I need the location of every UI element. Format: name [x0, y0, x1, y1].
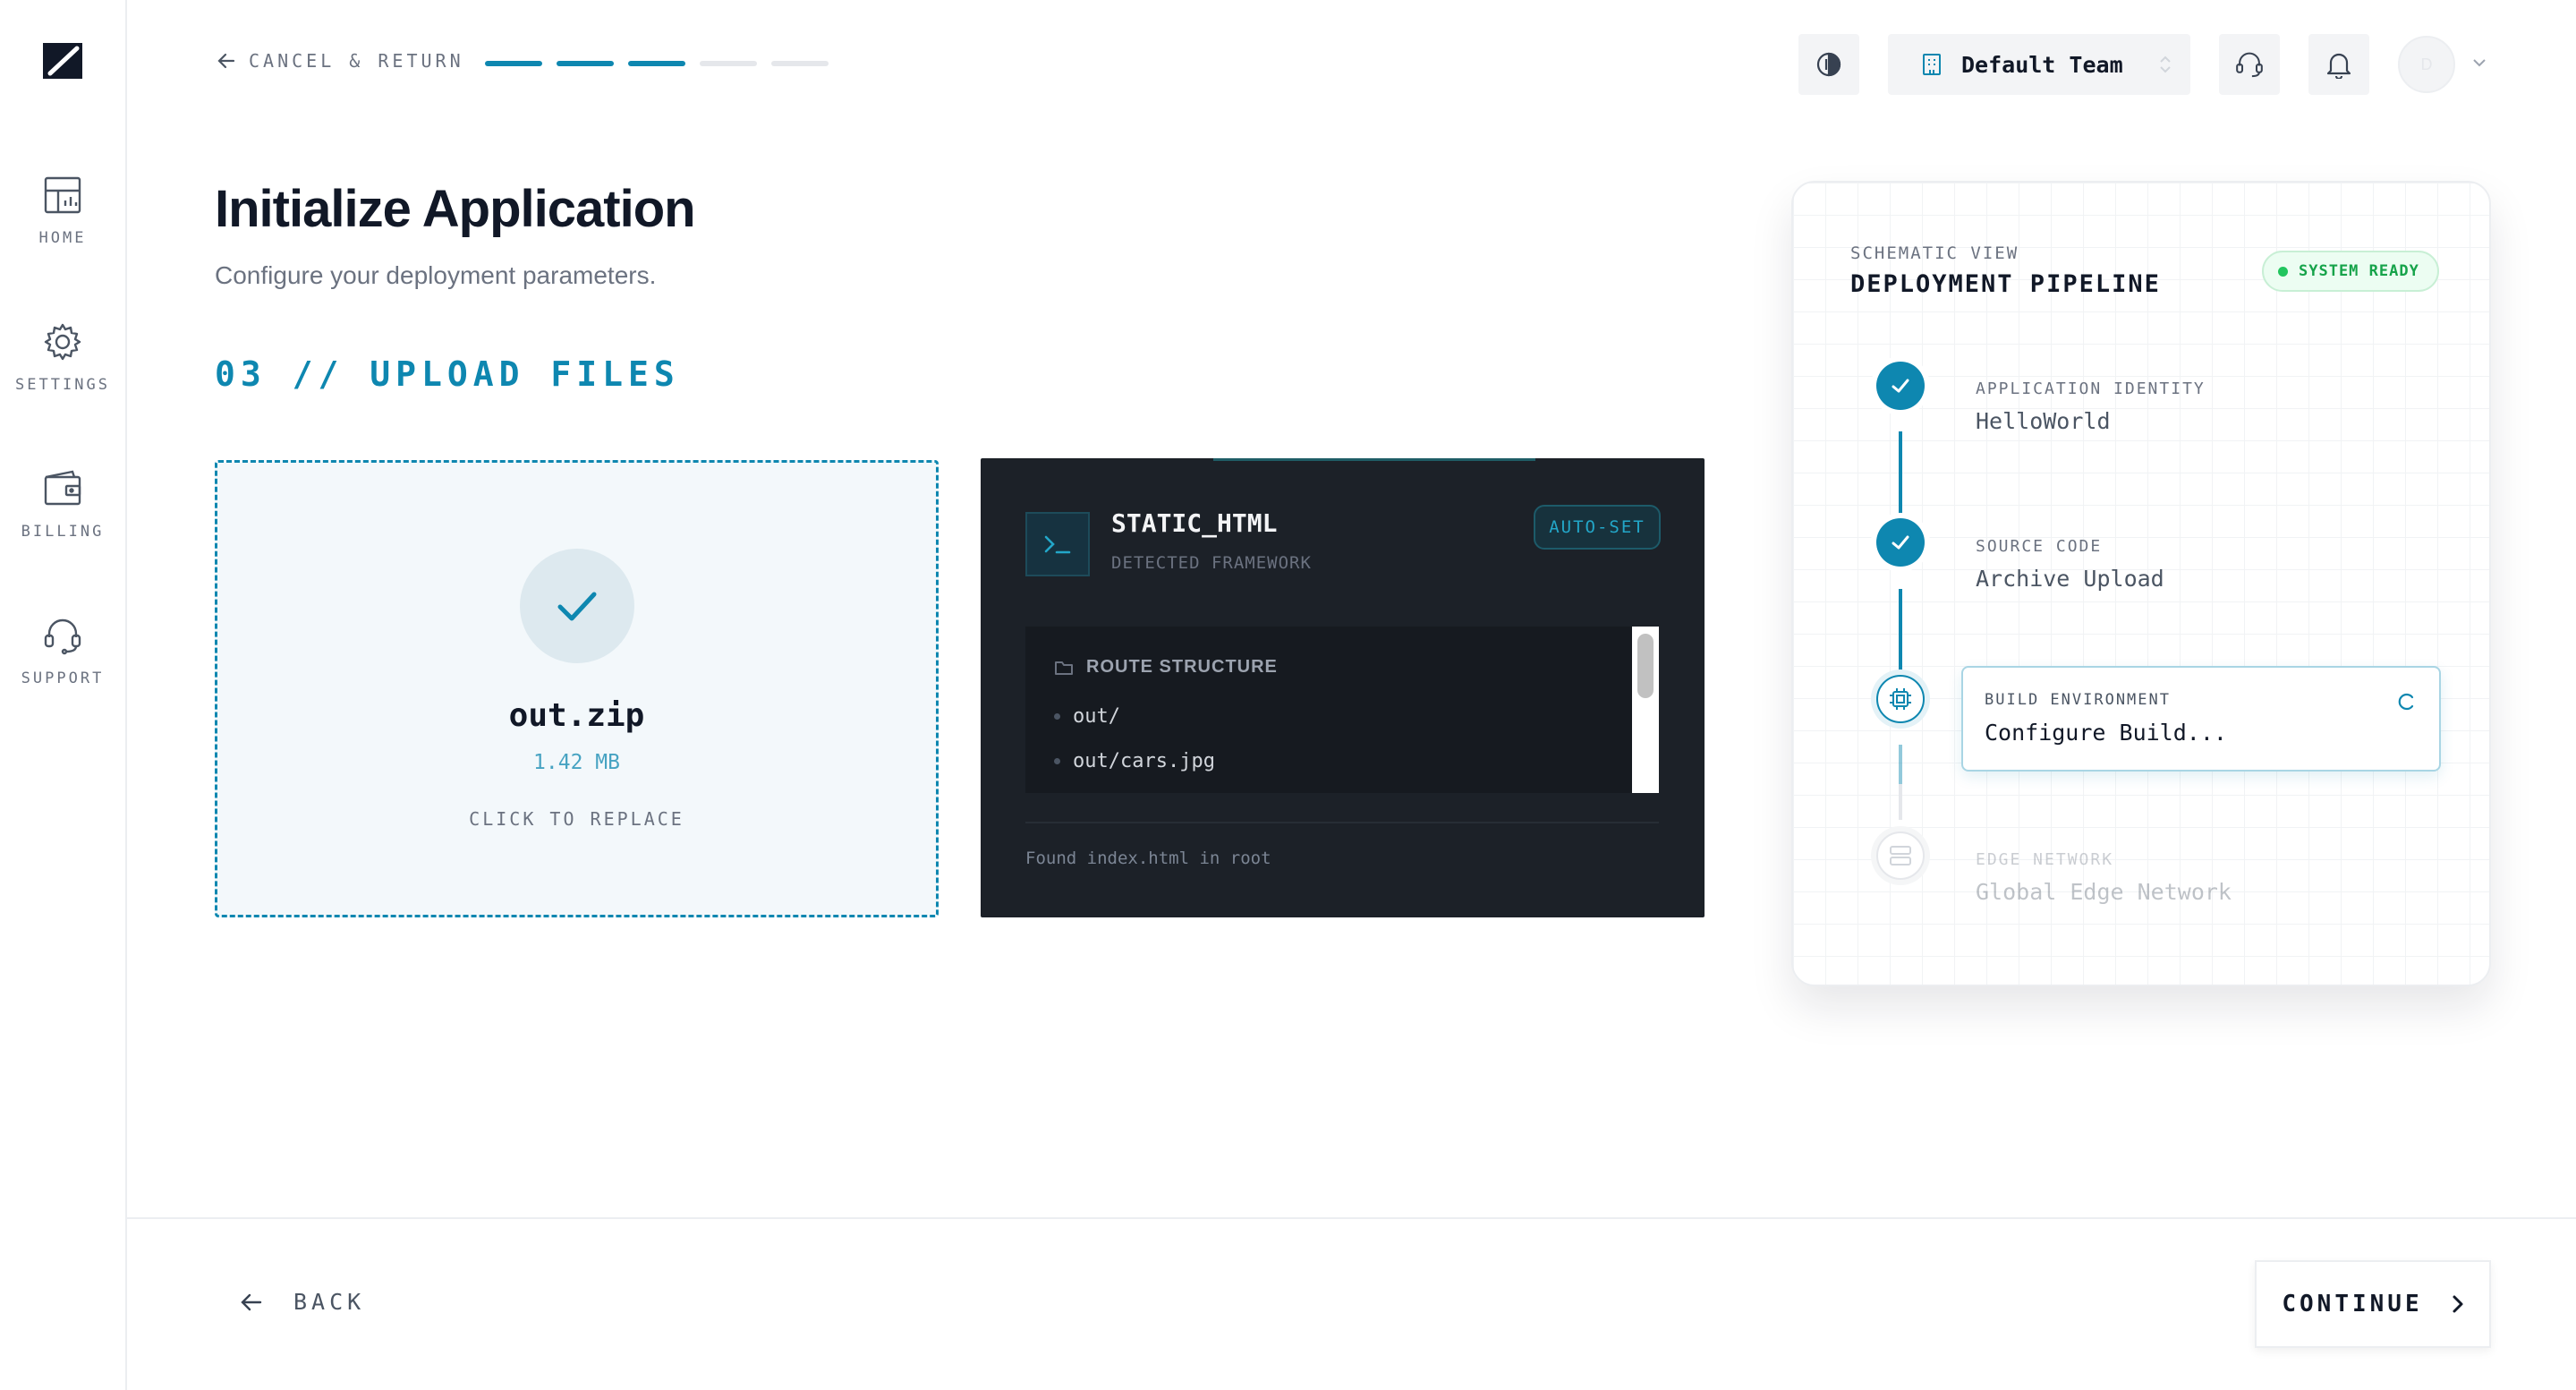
- pipeline-node-pending: [1876, 831, 1925, 880]
- nav-item-billing[interactable]: BILLING: [0, 469, 125, 541]
- route-structure-panel[interactable]: ROUTE STRUCTURE out/ out/cars.jpg: [1025, 627, 1659, 793]
- team-selector[interactable]: Default Team: [1888, 34, 2190, 95]
- pipeline-step-value: Configure Build...: [1985, 720, 2227, 746]
- user-avatar[interactable]: D: [2398, 36, 2455, 93]
- notifications-button[interactable]: [2308, 34, 2369, 95]
- scrollbar[interactable]: [1632, 627, 1659, 793]
- cpu-icon: [1890, 688, 1911, 710]
- system-status-badge: SYSTEM READY: [2262, 251, 2439, 292]
- pipeline-node-done: [1876, 518, 1925, 567]
- theme-toggle-button[interactable]: [1798, 34, 1859, 95]
- scrollbar-thumb[interactable]: [1637, 634, 1654, 698]
- framework-card: STATIC_HTML DETECTED FRAMEWORK AUTO-SET …: [981, 458, 1705, 917]
- gear-icon: [44, 323, 81, 361]
- app-logo[interactable]: [41, 41, 84, 81]
- pipeline-node-done: [1876, 362, 1925, 410]
- pipeline-step-label: EDGE NETWORK: [1976, 850, 2114, 869]
- pipeline-kicker: SCHEMATIC VIEW: [1850, 243, 2019, 263]
- arrow-left-icon: [241, 1293, 262, 1310]
- progress-segment-complete: [557, 61, 614, 66]
- nav-label-support: SUPPORT: [21, 669, 105, 687]
- cancel-return-link[interactable]: CANCEL & RETURN: [217, 50, 464, 72]
- pipeline-step-value: HelloWorld: [1976, 408, 2111, 434]
- headset-icon: [44, 618, 81, 655]
- support-button[interactable]: [2219, 34, 2280, 95]
- pipeline-connector: [1899, 745, 1902, 784]
- route-path: out/: [1073, 705, 1120, 728]
- upload-success-badge: [520, 549, 634, 663]
- deployment-pipeline-panel: SCHEMATIC VIEW DEPLOYMENT PIPELINE SYSTE…: [1791, 181, 2491, 986]
- replace-file-hint[interactable]: CLICK TO REPLACE: [217, 808, 936, 830]
- file-upload-dropzone[interactable]: out.zip 1.42 MB CLICK TO REPLACE: [215, 460, 939, 917]
- back-button[interactable]: BACK: [240, 1289, 365, 1315]
- avatar-initial: D: [2420, 55, 2433, 73]
- continue-button[interactable]: CONTINUE: [2255, 1260, 2491, 1348]
- arrow-left-icon: [217, 53, 235, 69]
- check-icon: [1892, 535, 1909, 550]
- route-structure-header: ROUTE STRUCTURE: [1054, 657, 1278, 678]
- step-progress: [485, 61, 829, 66]
- back-label: BACK: [293, 1289, 366, 1315]
- building-icon: [1923, 54, 1941, 75]
- check-icon: [557, 592, 597, 621]
- pipeline-node-active: [1876, 675, 1925, 723]
- route-item: out/: [1054, 705, 1120, 728]
- contrast-icon: [1816, 52, 1841, 77]
- progress-segment-complete: [628, 61, 685, 66]
- route-item: out/cars.jpg: [1054, 750, 1215, 772]
- pipeline-step-label: BUILD ENVIRONMENT: [1985, 691, 2171, 709]
- framework-detected-label: DETECTED FRAMEWORK: [1111, 553, 1312, 573]
- route-path: out/cars.jpg: [1073, 750, 1215, 772]
- framework-name: STATIC_HTML: [1111, 508, 1278, 538]
- team-name: Default Team: [1961, 51, 2123, 78]
- nav-label-home: HOME: [38, 229, 87, 247]
- page-title: Initialize Application: [215, 180, 696, 238]
- pipeline-step-label: SOURCE CODE: [1976, 537, 2103, 556]
- divider: [1025, 822, 1659, 823]
- pipeline-connector: [1899, 589, 1902, 680]
- pipeline-connector: [1899, 431, 1902, 523]
- nav-item-support[interactable]: SUPPORT: [0, 616, 125, 687]
- loading-spinner-icon: [2398, 693, 2414, 711]
- progress-segment-pending: [771, 61, 829, 66]
- active-step-card[interactable]: BUILD ENVIRONMENT Configure Build...: [1961, 666, 2441, 772]
- chevron-right-icon: [2453, 1295, 2463, 1313]
- nav-label-settings: SETTINGS: [15, 376, 110, 394]
- framework-detection-note: Found index.html in root: [1025, 848, 1271, 868]
- step-title: 03 // UPLOAD FILES: [215, 354, 680, 394]
- status-dot: [2278, 266, 2288, 277]
- server-icon: [1890, 846, 1911, 866]
- nav-item-home[interactable]: HOME: [0, 175, 125, 247]
- chevron-down-icon[interactable]: [2471, 57, 2487, 68]
- page-subtitle: Configure your deployment parameters.: [215, 261, 657, 289]
- pipeline-connector: [1899, 784, 1902, 820]
- pipeline-title: DEPLOYMENT PIPELINE: [1850, 270, 2161, 298]
- progress-segment-pending: [700, 61, 757, 66]
- bell-icon: [2326, 53, 2351, 79]
- progress-segment-complete: [485, 61, 542, 66]
- dashboard-icon: [44, 176, 81, 214]
- headset-icon: [2236, 52, 2263, 78]
- continue-label: CONTINUE: [2282, 1291, 2423, 1318]
- auto-set-badge: AUTO-SET: [1534, 505, 1661, 550]
- terminal-icon: [1025, 512, 1090, 576]
- card-accent-line: [1213, 458, 1535, 461]
- route-structure-title: ROUTE STRUCTURE: [1086, 657, 1278, 677]
- pipeline-step-value: Global Edge Network: [1976, 879, 2232, 905]
- check-icon: [1892, 379, 1909, 393]
- nav-item-settings[interactable]: SETTINGS: [0, 322, 125, 394]
- wallet-icon: [44, 470, 81, 506]
- uploaded-file-name: out.zip: [508, 697, 645, 734]
- sidebar: HOME SETTINGS BILLING SUPPORT: [0, 0, 127, 1390]
- cancel-return-label: CANCEL & RETURN: [249, 50, 464, 72]
- folder-icon: [1055, 661, 1073, 675]
- pipeline-step-value: Archive Upload: [1976, 566, 2164, 592]
- system-status-label: SYSTEM READY: [2299, 262, 2419, 280]
- nav-label-billing: BILLING: [21, 523, 105, 541]
- uploaded-file-size: 1.42 MB: [533, 751, 620, 774]
- footer-divider: [127, 1217, 2576, 1219]
- chevron-updown-icon: [2160, 55, 2171, 73]
- pipeline-step-label: APPLICATION IDENTITY: [1976, 379, 2206, 398]
